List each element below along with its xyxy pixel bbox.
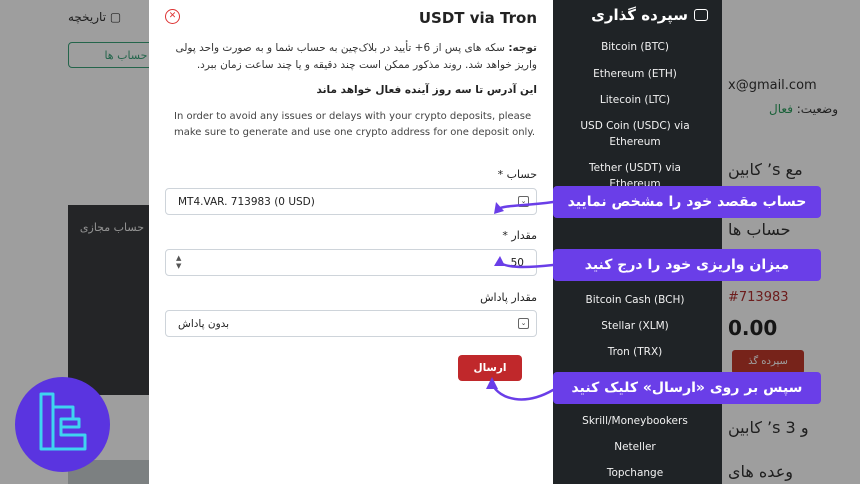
- bonus-select-value: بدون پاداش: [178, 318, 230, 330]
- callout-account: حساب مقصد خود را مشخص نمایید: [553, 186, 821, 218]
- menu-item-usdc[interactable]: USD Coin (USDC) via Ethereum: [570, 118, 700, 150]
- deposit-note: توجه: سکه های پس از 6+ تأیید در بلاک‌چین…: [165, 40, 537, 74]
- note-label: توجه:: [508, 42, 537, 54]
- account-select-value: MT4.VAR. 713983 (0 USD): [178, 196, 315, 208]
- menu-title: سپرده گذاری: [591, 6, 708, 24]
- menu-item-trx[interactable]: Tron (TRX): [570, 344, 700, 360]
- amount-value: 50: [510, 257, 524, 269]
- callout-amount: میزان واریزی خود را درج کنید: [553, 249, 821, 281]
- submit-button[interactable]: ارسال: [458, 355, 522, 381]
- menu-item-topchange[interactable]: Topchange: [570, 465, 700, 481]
- account-select[interactable]: MT4.VAR. 713983 (0 USD) ⌄: [165, 188, 537, 215]
- english-note: In order to avoid any issues or delays w…: [174, 111, 535, 138]
- bonus-label: مقدار پاداش: [480, 291, 537, 304]
- note-text: سکه های پس از 6+ تأیید در بلاک‌چین به حس…: [175, 42, 537, 71]
- menu-item-xlm[interactable]: Stellar (XLM): [570, 318, 700, 334]
- deposit-modal: USDT via Tron ✕ توجه: سکه های پس از 6+ ت…: [149, 0, 553, 484]
- amount-label: مقدار *: [502, 229, 537, 242]
- logo-mark-icon: [39, 392, 87, 451]
- bonus-select[interactable]: بدون پاداش ⌄: [165, 310, 537, 337]
- menu-item-neteller[interactable]: Neteller: [570, 439, 700, 455]
- callout-submit: سپس بر روی «ارسال» کلیک کنید: [553, 372, 821, 404]
- deposit-methods-menu: سپرده گذاری Bitcoin (BTC) Ethereum (ETH)…: [553, 0, 722, 484]
- amount-input[interactable]: ▲ ▼ 50: [165, 249, 537, 276]
- modal-title: USDT via Tron: [418, 9, 537, 27]
- stepper-icon[interactable]: ▲ ▼: [176, 254, 181, 270]
- menu-item-btc[interactable]: Bitcoin (BTC): [570, 39, 700, 55]
- chevron-down-icon: ⌄: [518, 196, 529, 207]
- menu-item-bch[interactable]: Bitcoin Cash (BCH): [570, 292, 700, 308]
- account-label: حساب *: [497, 168, 537, 181]
- close-icon[interactable]: ✕: [165, 9, 180, 24]
- menu-item-eth[interactable]: Ethereum (ETH): [570, 66, 700, 82]
- brand-logo: [15, 377, 110, 472]
- wallet-icon: [694, 8, 708, 21]
- chevron-down-icon: ⌄: [518, 318, 529, 329]
- menu-item-skrill[interactable]: Skrill/Moneybookers: [570, 413, 700, 429]
- menu-item-ltc[interactable]: Litecoin (LTC): [570, 92, 700, 108]
- address-validity-note: این آدرس تا سه روز آینده فعال خواهد ماند: [316, 84, 537, 96]
